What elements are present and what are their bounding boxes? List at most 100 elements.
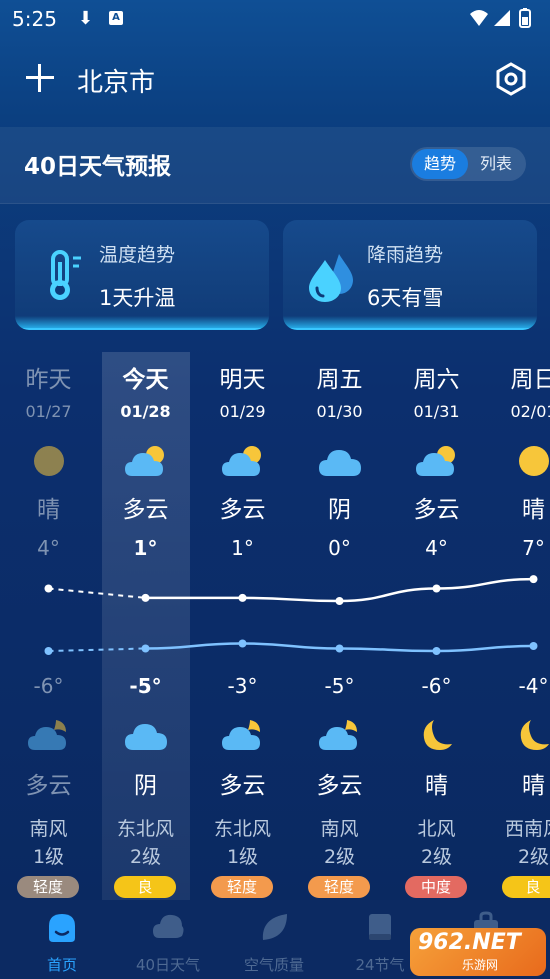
low-temp-point (238, 639, 247, 648)
low-temp: -6° (33, 674, 64, 698)
day-name: 明天 (219, 367, 266, 393)
moon-icon (423, 720, 452, 750)
status-bar: 5:25 ⬇ A (0, 0, 550, 38)
cloud-icon (319, 450, 361, 476)
wind-level: 2级 (323, 846, 356, 868)
night-condition: 阴 (134, 773, 157, 799)
rain-trend-label: 降雨趋势 (367, 244, 444, 266)
header-bar: 北京市 (0, 48, 550, 118)
night-weather-icon (220, 716, 266, 754)
toggle-trend[interactable]: 趋势 (412, 149, 468, 179)
day-name: 周五 (316, 367, 363, 393)
nav-40day-label: 40日天气 (135, 956, 201, 974)
low-temp-point (335, 644, 344, 653)
moon-icon (520, 720, 549, 750)
signal-battery-icons (470, 8, 531, 28)
a-icon: A (109, 11, 123, 25)
day-weather-icon (414, 442, 460, 480)
night-condition: 多云 (316, 773, 363, 799)
wifi-icon (470, 10, 488, 26)
rain-trend-card[interactable]: 降雨趋势 6天有雪 (283, 220, 537, 330)
day-weather-icon (511, 442, 550, 480)
calendar-cloud-icon (153, 914, 184, 938)
high-temp: 7° (522, 536, 545, 560)
wind-level: 2级 (420, 846, 453, 868)
wind-direction: 东北风 (213, 818, 271, 840)
city-title[interactable]: 北京市 (77, 62, 155, 99)
wind-level: 2级 (129, 846, 162, 868)
night-condition: 多云 (219, 773, 266, 799)
day-date: 01/27 (25, 402, 72, 421)
night-condition: 多云 (25, 773, 72, 799)
home-icon (49, 914, 75, 942)
view-toggle[interactable]: 趋势 列表 (410, 147, 526, 181)
day-condition: 多云 (219, 497, 266, 523)
high-temp-point (141, 593, 150, 602)
night-weather-icon (26, 716, 72, 754)
day-condition: 多云 (122, 497, 169, 523)
low-temp-past-segment (48, 647, 146, 652)
high-temp: 0° (328, 536, 351, 560)
wind-level: 2级 (517, 846, 550, 868)
status-time: 5:25 (12, 7, 57, 31)
night-condition: 晴 (522, 773, 545, 799)
high-temp: 4° (425, 536, 448, 560)
night-weather-icon (123, 716, 169, 754)
hexagon-settings-icon[interactable] (494, 62, 528, 96)
temperature-curves (44, 575, 538, 655)
low-temp: -4° (518, 674, 549, 698)
day-weather-icon (26, 442, 72, 480)
cloud-sun-icon (222, 446, 261, 476)
rain-trend-value: 6天有雪 (367, 286, 444, 310)
cellular-icon (494, 10, 510, 26)
air-quality-badge: 轻度 (211, 876, 273, 898)
wind-level: 1级 (226, 846, 259, 868)
day-condition: 晴 (37, 497, 60, 523)
day-date: 01/30 (316, 402, 363, 421)
cloud-moon-icon (319, 720, 357, 750)
air-quality-badge: 轻度 (17, 876, 79, 898)
day-date: 01/28 (120, 402, 171, 421)
day-condition: 阴 (328, 497, 351, 523)
night-weather-icon (317, 716, 363, 754)
low-temp-point (529, 642, 538, 650)
wind-level: 1级 (32, 846, 65, 868)
low-temp: -3° (227, 674, 258, 698)
day-name: 周日 (510, 367, 550, 393)
cloud-moon-icon (222, 720, 260, 750)
temperature-trend-card[interactable]: 温度趋势 1天升温 (15, 220, 269, 330)
day-name: 周六 (413, 367, 460, 393)
low-temp: -5° (324, 674, 355, 698)
day-date: 01/31 (413, 402, 460, 421)
plus-icon[interactable] (22, 60, 58, 96)
night-weather-icon (511, 716, 550, 754)
wind-direction: 东北风 (116, 818, 174, 840)
air-quality-badge: 轻度 (308, 876, 370, 898)
forecast-header: 40日天气预报 趋势 列表 (0, 127, 550, 204)
watermark-bottom: 乐游网 (462, 958, 499, 972)
toggle-list[interactable]: 列表 (468, 149, 524, 179)
wind-direction: 南风 (29, 818, 68, 840)
low-temp: -6° (421, 674, 452, 698)
cloud-sun-icon (416, 446, 455, 476)
cloud-icon (125, 724, 167, 750)
night-condition: 晴 (425, 773, 448, 799)
low-temp-point (141, 644, 150, 653)
day-weather-icon (220, 442, 266, 480)
day-weather-icon (123, 442, 169, 480)
high-temp-past-segment (48, 587, 146, 599)
low-temp-point (44, 647, 53, 655)
cloud-moon-icon (28, 720, 66, 750)
nav-air[interactable]: 空气质量 (224, 910, 324, 976)
wind-direction: 西南风 (504, 818, 550, 840)
day-condition: 多云 (413, 497, 460, 523)
high-temp: 1° (133, 536, 158, 560)
raindrop-icon (309, 254, 353, 302)
watermark-top: 962.NET (418, 930, 521, 955)
temperature-trend-label: 温度趋势 (99, 244, 176, 266)
nav-home[interactable]: 首页 (12, 910, 112, 976)
nav-40day[interactable]: 40日天气 (118, 910, 218, 976)
wind-direction: 北风 (417, 818, 456, 840)
high-temp: 4° (37, 536, 60, 560)
cloud-sun-icon (125, 446, 164, 476)
